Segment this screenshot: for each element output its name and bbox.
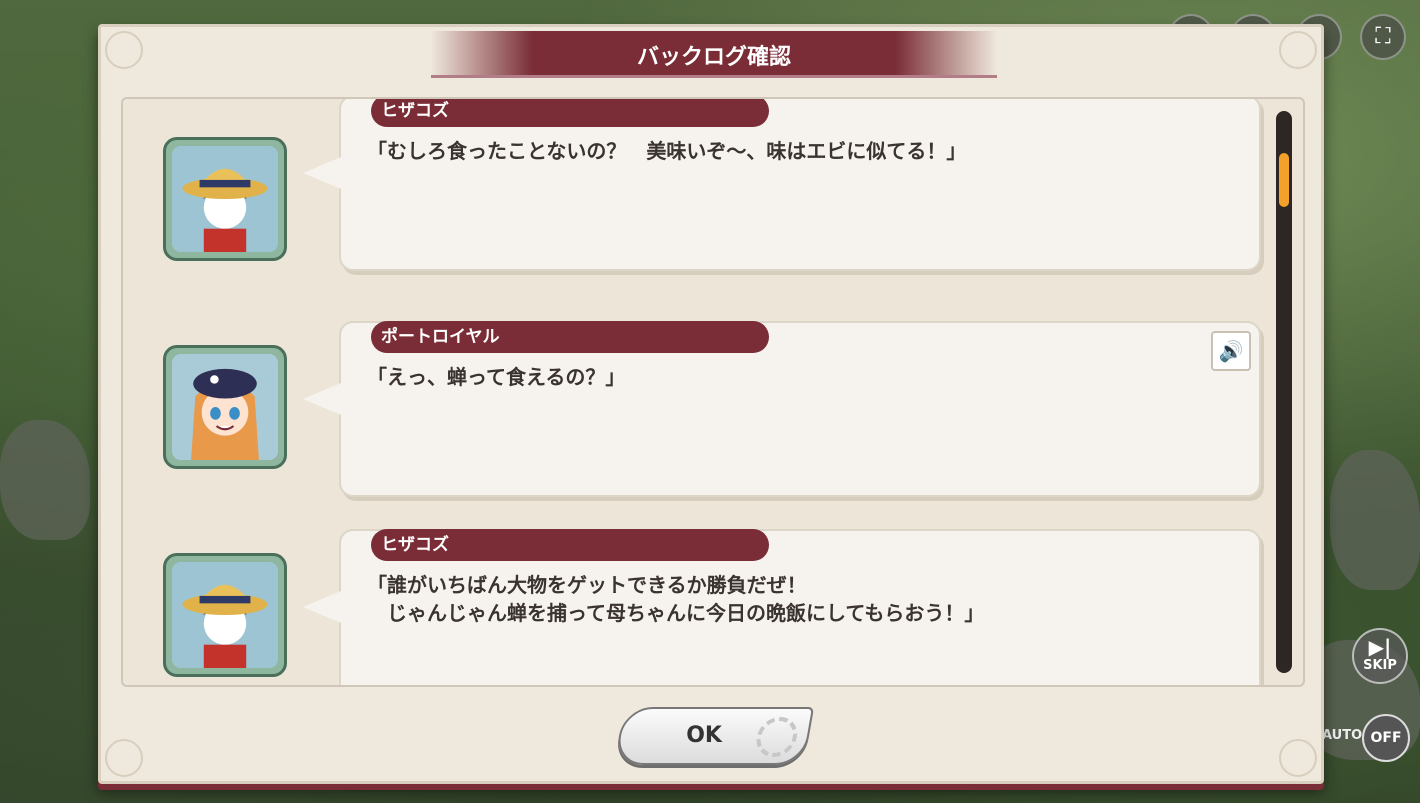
skip-label: SKIP — [1363, 658, 1397, 673]
ok-button[interactable]: OK — [613, 707, 815, 765]
backlog-entry: ヒザコズ 「むしろ食ったことないの？ 美味いぞ〜、味はエビに似てる！」 — [123, 99, 1273, 281]
fullscreen-button[interactable]: ⛶ — [1360, 14, 1406, 60]
avatar — [163, 137, 287, 261]
speaker-name: ヒザコズ — [371, 529, 769, 561]
dialogue-text: 「誰がいちばん大物をゲットできるか勝負だぜ！ じゃんじゃん蝉を捕って母ちゃんに今… — [367, 573, 985, 625]
ornament-corner — [105, 31, 143, 69]
title-band: バックログ確認 — [431, 31, 997, 78]
dialogue-text: 「むしろ食ったことないの？ 美味いぞ〜、味はエビに似てる！」 — [367, 139, 967, 163]
avatar-hizakozu — [172, 146, 278, 252]
dialog-title: バックログ確認 — [636, 45, 791, 70]
speech-bubble: ポートロイヤル 「えっ、蝉って食えるの？」 🔊 — [303, 321, 1261, 497]
voice-replay-button[interactable]: 🔊 — [1211, 331, 1251, 371]
ornament-corner — [1279, 31, 1317, 69]
backlog-dialog: バックログ確認 ヒザコズ 「むしろ食ったことないの？ 美味いぞ〜、味はエビに似て… — [98, 24, 1324, 784]
backlog-entry: ヒザコズ 「誰がいちばん大物をゲットできるか勝負だぜ！ じゃんじゃん蝉を捕って母… — [123, 515, 1273, 685]
ornament-corner — [1279, 739, 1317, 777]
skip-button[interactable]: ▶| SKIP — [1352, 628, 1408, 684]
ok-label: OK — [686, 723, 722, 748]
speaker-name: ヒザコズ — [371, 99, 769, 127]
dialogue-text: 「えっ、蝉って食えるの？」 — [367, 365, 626, 389]
fullscreen-icon: ⛶ — [1375, 24, 1391, 49]
voice-speaker-icon: 🔊 — [1218, 339, 1244, 363]
avatar-hizakozu — [172, 562, 278, 668]
bubble-tail — [303, 591, 341, 623]
ornament-corner — [105, 739, 143, 777]
avatar — [163, 345, 287, 469]
auto-state-badge: OFF — [1362, 714, 1410, 762]
bubble-tail — [303, 383, 341, 415]
backlog-list[interactable]: ヒザコズ 「むしろ食ったことないの？ 美味いぞ〜、味はエビに似てる！」 ポートロ… — [121, 97, 1305, 687]
scrollbar-thumb[interactable] — [1279, 153, 1289, 207]
scrollbar[interactable] — [1276, 111, 1292, 673]
avatar — [163, 553, 287, 677]
auto-toggle[interactable]: AUTO OFF — [1322, 714, 1412, 764]
speech-bubble: ヒザコズ 「むしろ食ったことないの？ 美味いぞ〜、味はエビに似てる！」 — [303, 99, 1261, 271]
backlog-entry: ポートロイヤル 「えっ、蝉って食えるの？」 🔊 — [123, 307, 1273, 497]
speaker-name: ポートロイヤル — [371, 321, 769, 353]
avatar-portroyal — [172, 354, 278, 460]
auto-label: AUTO — [1322, 728, 1363, 743]
bubble-tail — [303, 157, 341, 189]
speech-bubble: ヒザコズ 「誰がいちばん大物をゲットできるか勝負だぜ！ じゃんじゃん蝉を捕って母… — [303, 529, 1261, 685]
skip-icon: ▶| — [1368, 635, 1392, 659]
